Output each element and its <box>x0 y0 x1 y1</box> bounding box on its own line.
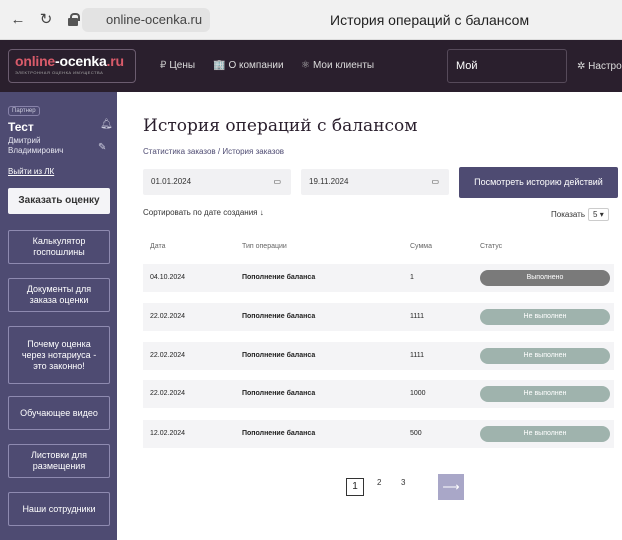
status-badge: Не выполнен <box>480 426 610 442</box>
bell-icon[interactable]: 🔔︎ <box>100 119 113 131</box>
status-badge: Выполнено <box>480 270 610 286</box>
table-row: 04.10.2024 Пополнение баланса 1 Выполнен… <box>143 264 614 292</box>
balance-box[interactable]: Мой баланс: 58254 <box>447 49 567 106</box>
sidebar: Партнер Тест 🔔︎ Дмитрий Владимирович ✎ Вы… <box>0 92 117 540</box>
user-name: Тест <box>8 120 34 134</box>
sort-control[interactable]: Сортировать по дате создания ↓ <box>143 208 264 217</box>
column-header-type: Тип операции <box>242 243 287 250</box>
settings-link[interactable]: ✲ Настройки <box>577 61 622 72</box>
back-icon[interactable]: ← <box>8 10 28 30</box>
sidebar-item-staff[interactable]: Наши сотрудники <box>8 492 110 526</box>
date-to-field[interactable]: 19.11.2024 ▭ <box>301 169 449 195</box>
lock-icon <box>68 13 80 26</box>
calendar-icon[interactable]: ▭ <box>431 169 439 195</box>
page-2[interactable]: 2 <box>377 478 381 487</box>
logo[interactable]: online-ocenka.ru ЭЛЕКТРОННАЯ ОЦЕНКА ИМУЩ… <box>8 49 136 83</box>
page-3[interactable]: 3 <box>401 478 405 487</box>
menu-clients[interactable]: ⚛ Мои клиенты <box>301 60 374 71</box>
gear-icon: ✲ <box>577 61 586 72</box>
sidebar-item-video[interactable]: Обучающее видео <box>8 396 110 430</box>
calendar-icon[interactable]: ▭ <box>273 169 281 195</box>
user-patronymic: Дмитрий Владимирович <box>8 136 64 155</box>
column-header-status: Статус <box>480 243 503 250</box>
reload-icon[interactable]: ↻ <box>36 10 56 30</box>
table-row: 22.02.2024 Пополнение баланса 1111 Не вы… <box>143 303 614 331</box>
clients-icon: ⚛ <box>301 60 310 71</box>
view-history-button[interactable]: Посмотреть историю действий <box>459 167 618 198</box>
table-row: 12.02.2024 Пополнение баланса 500 Не вып… <box>143 420 614 448</box>
next-page-button[interactable]: ⟶ <box>438 474 464 500</box>
table-row: 22.02.2024 Пополнение баланса 1111 Не вы… <box>143 342 614 370</box>
edit-icon[interactable]: ✎ <box>98 142 106 153</box>
page-title: История операций с балансом <box>143 116 418 136</box>
date-from-field[interactable]: 01.01.2024 ▭ <box>143 169 291 195</box>
menu-prices[interactable]: ₽ Цены <box>160 60 195 71</box>
tab-title: История операций с балансом <box>330 12 530 28</box>
main-content: История операций с балансом Статистика з… <box>117 92 622 540</box>
column-header-sum: Сумма <box>410 243 432 250</box>
order-evaluation-button[interactable]: Заказать оценку <box>8 188 110 214</box>
ruble-icon: ₽ <box>160 60 167 71</box>
column-header-date: Дата <box>150 243 166 250</box>
menu-about[interactable]: 🏢 О компании <box>213 60 284 71</box>
sidebar-item-notary[interactable]: Почему оценка через нотариуса - это зако… <box>8 326 110 384</box>
page-size-select[interactable]: Показать 5 ▾ <box>551 208 609 221</box>
breadcrumb[interactable]: Статистика заказов / История заказов <box>143 147 284 156</box>
sidebar-item-calculator[interactable]: Калькулятор госпошлины <box>8 230 110 264</box>
building-icon: 🏢 <box>213 60 226 71</box>
page-1[interactable]: 1 <box>346 478 364 496</box>
table-row: 22.02.2024 Пополнение баланса 1000 Не вы… <box>143 380 614 408</box>
status-badge: Не выполнен <box>480 386 610 402</box>
status-badge: Не выполнен <box>480 309 610 325</box>
sidebar-item-documents[interactable]: Документы для заказа оценки <box>8 278 110 312</box>
sidebar-item-leaflets[interactable]: Листовки для размещения <box>8 444 110 478</box>
partner-badge: Партнер <box>8 106 40 116</box>
browser-toolbar: ← ↻ online-ocenka.ru История операций с … <box>0 0 622 40</box>
status-badge: Не выполнен <box>480 348 610 364</box>
url-bar[interactable]: online-ocenka.ru <box>82 8 211 32</box>
logout-link[interactable]: Выйти из ЛК <box>8 167 54 176</box>
